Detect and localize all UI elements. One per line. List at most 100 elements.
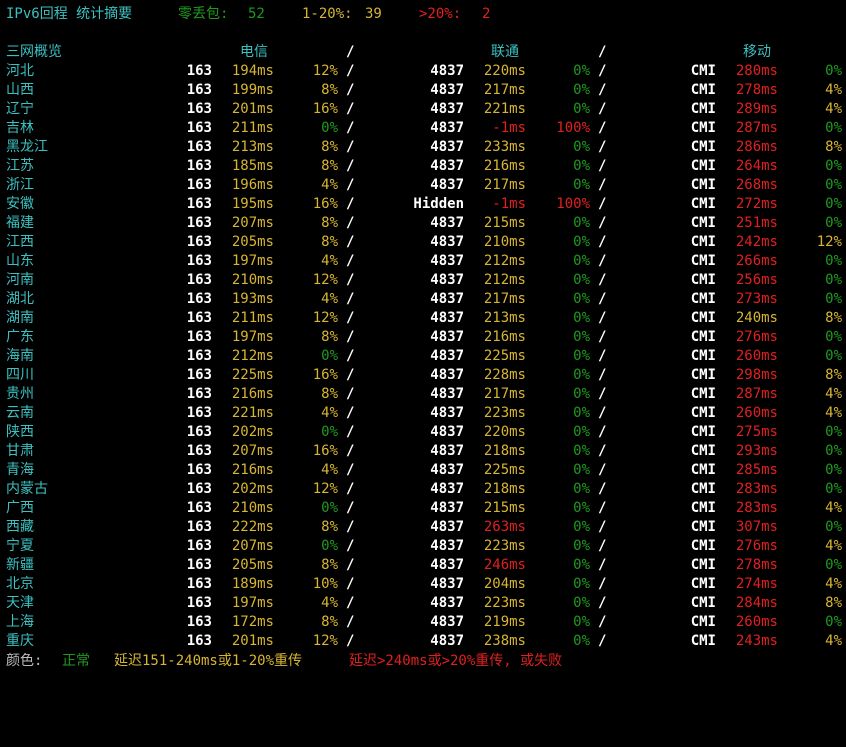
telecom-loss: 4%	[321, 291, 338, 307]
row-region: 海南	[6, 348, 34, 364]
mobile-latency: 264ms	[735, 158, 778, 174]
row-region: 宁夏	[6, 538, 34, 554]
row-region: 福建	[6, 215, 34, 231]
telecom-loss: 16%	[312, 196, 338, 212]
unicom-latency: 217ms	[483, 177, 526, 193]
mobile-loss: 8%	[825, 367, 842, 383]
unicom-loss: 0%	[573, 462, 590, 478]
unicom-loss: 0%	[573, 481, 590, 497]
unicom-latency: 219ms	[483, 614, 526, 630]
separator: /	[346, 557, 355, 573]
mobile-latency: 287ms	[735, 120, 778, 136]
telecom-latency: 185ms	[231, 158, 274, 174]
telecom-latency: 201ms	[231, 101, 274, 117]
separator: /	[346, 177, 355, 193]
mobile-loss: 0%	[825, 272, 842, 288]
separator: /	[598, 405, 607, 421]
unicom-loss: 0%	[573, 424, 590, 440]
unicom-loss: 0%	[573, 63, 590, 79]
separator: /	[598, 310, 607, 326]
mobile-as: CMI	[690, 63, 716, 79]
unicom-latency: 217ms	[483, 82, 526, 98]
table-row: 西藏 163 222ms 8% / 4837 263ms 0% / CMI 307ms 0%	[0, 518, 846, 537]
mobile-as: CMI	[690, 291, 716, 307]
mobile-loss: 4%	[825, 576, 842, 592]
unicom-latency: 233ms	[483, 139, 526, 155]
table-row: 河北 163 194ms 12% / 4837 220ms 0% / CMI 280ms 0%	[0, 62, 846, 81]
separator: /	[346, 614, 355, 630]
separator: /	[598, 424, 607, 440]
telecom-loss: 8%	[321, 557, 338, 573]
table-row: 山西 163 199ms 8% / 4837 217ms 0% / CMI 278ms 4%	[0, 81, 846, 100]
mobile-loss: 0%	[825, 557, 842, 573]
telecom-latency: 202ms	[231, 481, 274, 497]
unicom-loss: 0%	[573, 215, 590, 231]
mobile-loss: 0%	[825, 462, 842, 478]
separator: /	[346, 196, 355, 212]
separator: /	[598, 595, 607, 611]
separator: /	[346, 291, 355, 307]
separator: /	[346, 386, 355, 402]
unicom-latency: 215ms	[483, 500, 526, 516]
unicom-as: 4837	[430, 291, 464, 307]
telecom-loss: 16%	[312, 367, 338, 383]
telecom-as: 163	[186, 614, 212, 630]
mobile-loss: 8%	[825, 595, 842, 611]
unicom-latency: 246ms	[483, 557, 526, 573]
row-region: 四川	[6, 367, 34, 383]
mobile-latency: 251ms	[735, 215, 778, 231]
telecom-as: 163	[186, 139, 212, 155]
telecom-loss: 4%	[321, 462, 338, 478]
unicom-latency: 225ms	[483, 462, 526, 478]
mobile-loss: 0%	[825, 481, 842, 497]
table-row: 江西 163 205ms 8% / 4837 210ms 0% / CMI 242ms 12%	[0, 233, 846, 252]
table-row: 黑龙江 163 213ms 8% / 4837 233ms 0% / CMI 286ms 8%	[0, 138, 846, 157]
telecom-loss: 12%	[312, 481, 338, 497]
mobile-loss: 4%	[825, 82, 842, 98]
unicom-loss: 0%	[573, 443, 590, 459]
mobile-latency: 266ms	[735, 253, 778, 269]
telecom-latency: 189ms	[231, 576, 274, 592]
unicom-loss: 0%	[573, 614, 590, 630]
telecom-loss: 8%	[321, 82, 338, 98]
telecom-loss: 0%	[321, 538, 338, 554]
unicom-as: 4837	[430, 177, 464, 193]
table-row: 湖北 163 193ms 4% / 4837 217ms 0% / CMI 273ms 0%	[0, 290, 846, 309]
unicom-loss: 100%	[556, 196, 590, 212]
unicom-latency: 210ms	[483, 234, 526, 250]
unicom-latency: 215ms	[483, 215, 526, 231]
unicom-as: 4837	[430, 424, 464, 440]
telecom-loss: 8%	[321, 329, 338, 345]
unicom-loss: 0%	[573, 139, 590, 155]
telecom-as: 163	[186, 633, 212, 649]
row-region: 河南	[6, 272, 34, 288]
telecom-as: 163	[186, 519, 212, 535]
mobile-as: CMI	[690, 500, 716, 516]
table-row: 重庆 163 201ms 12% / 4837 238ms 0% / CMI 243ms 4%	[0, 632, 846, 651]
separator: /	[598, 234, 607, 250]
telecom-latency: 222ms	[231, 519, 274, 535]
mobile-as: CMI	[690, 614, 716, 630]
mobile-latency: 276ms	[735, 538, 778, 554]
telecom-latency: 194ms	[231, 63, 274, 79]
row-region: 广西	[6, 500, 34, 516]
mobile-loss: 0%	[825, 424, 842, 440]
telecom-loss: 10%	[312, 576, 338, 592]
unicom-as: 4837	[430, 82, 464, 98]
unicom-latency: 218ms	[483, 443, 526, 459]
telecom-latency: 197ms	[231, 329, 274, 345]
unicom-latency: 213ms	[483, 310, 526, 326]
table-row: 甘肃 163 207ms 16% / 4837 218ms 0% / CMI 293ms 0%	[0, 442, 846, 461]
mobile-loss: 4%	[825, 386, 842, 402]
unicom-latency: 263ms	[483, 519, 526, 535]
header-mobile: 移动	[743, 44, 771, 60]
mobile-as: CMI	[690, 424, 716, 440]
telecom-as: 163	[186, 443, 212, 459]
unicom-as: 4837	[430, 519, 464, 535]
mobile-latency: 284ms	[735, 595, 778, 611]
table-row: 青海 163 216ms 4% / 4837 225ms 0% / CMI 285ms 0%	[0, 461, 846, 480]
unicom-loss: 0%	[573, 519, 590, 535]
unicom-as: 4837	[430, 215, 464, 231]
mobile-latency: 260ms	[735, 405, 778, 421]
separator: /	[598, 557, 607, 573]
